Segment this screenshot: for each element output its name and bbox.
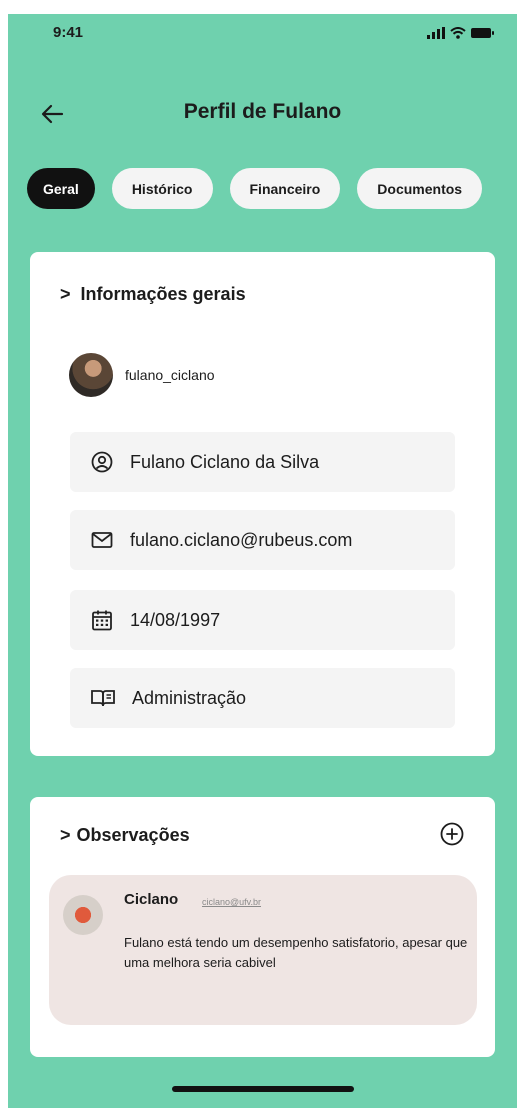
tab-geral[interactable]: Geral [27, 168, 95, 209]
course-value: Administração [132, 687, 247, 708]
home-indicator [172, 1086, 354, 1092]
wifi-icon [450, 26, 466, 44]
observations-title: Observações [76, 825, 190, 845]
birthdate-field: 14/08/1997 [70, 590, 455, 650]
observations-card: > Observações Ciclano ciclano@ufv.br Ful… [30, 797, 495, 1057]
add-observation-icon[interactable] [439, 821, 465, 847]
book-icon [91, 690, 115, 707]
tab-bar: Geral Histórico Financeiro Documentos [27, 168, 483, 209]
chevron-right-icon: > [60, 284, 71, 304]
avatar [69, 353, 113, 397]
name-field: Fulano Ciclano da Silva [70, 432, 455, 492]
mail-icon [91, 532, 113, 548]
battery-icon [471, 26, 495, 44]
observation-author: Ciclano [124, 891, 179, 908]
birthdate-value: 14/08/1997 [130, 609, 221, 630]
course-field: Administração [70, 668, 455, 728]
general-info-title: Informações gerais [80, 284, 246, 304]
tab-financeiro[interactable]: Financeiro [229, 168, 341, 209]
general-info-header[interactable]: > Informações gerais [60, 284, 246, 305]
tab-historico[interactable]: Histórico [111, 168, 213, 209]
signal-icon [427, 26, 445, 44]
user-row: fulano_ciclano [69, 353, 215, 397]
name-value: Fulano Ciclano da Silva [130, 451, 320, 472]
status-time: 9:41 [53, 24, 84, 41]
status-bar: 9:41 [8, 14, 517, 54]
observation-email[interactable]: ciclano@ufv.br [202, 897, 261, 907]
tab-documentos[interactable]: Documentos [357, 168, 483, 209]
phone-screen: 9:41 Perfil de Fulano Geral Histórico Fi… [8, 14, 517, 1108]
observation-text: Fulano está tendo um desempenho satisfat… [124, 935, 468, 970]
observations-header[interactable]: > Observações [60, 825, 190, 846]
user-circle-icon [91, 451, 113, 473]
status-icons [427, 26, 495, 44]
calendar-icon [92, 610, 112, 631]
observation-item[interactable]: Ciclano ciclano@ufv.br Fulano está tendo… [49, 875, 477, 1025]
email-field: fulano.ciclano@rubeus.com [70, 510, 455, 570]
chevron-right-icon: > [60, 825, 71, 845]
avatar [63, 895, 103, 935]
page-title: Perfil de Fulano [183, 100, 342, 123]
email-value: fulano.ciclano@rubeus.com [130, 529, 353, 550]
general-info-card: > Informações gerais fulano_ciclano Fula… [30, 252, 495, 756]
username: fulano_ciclano [125, 367, 215, 383]
